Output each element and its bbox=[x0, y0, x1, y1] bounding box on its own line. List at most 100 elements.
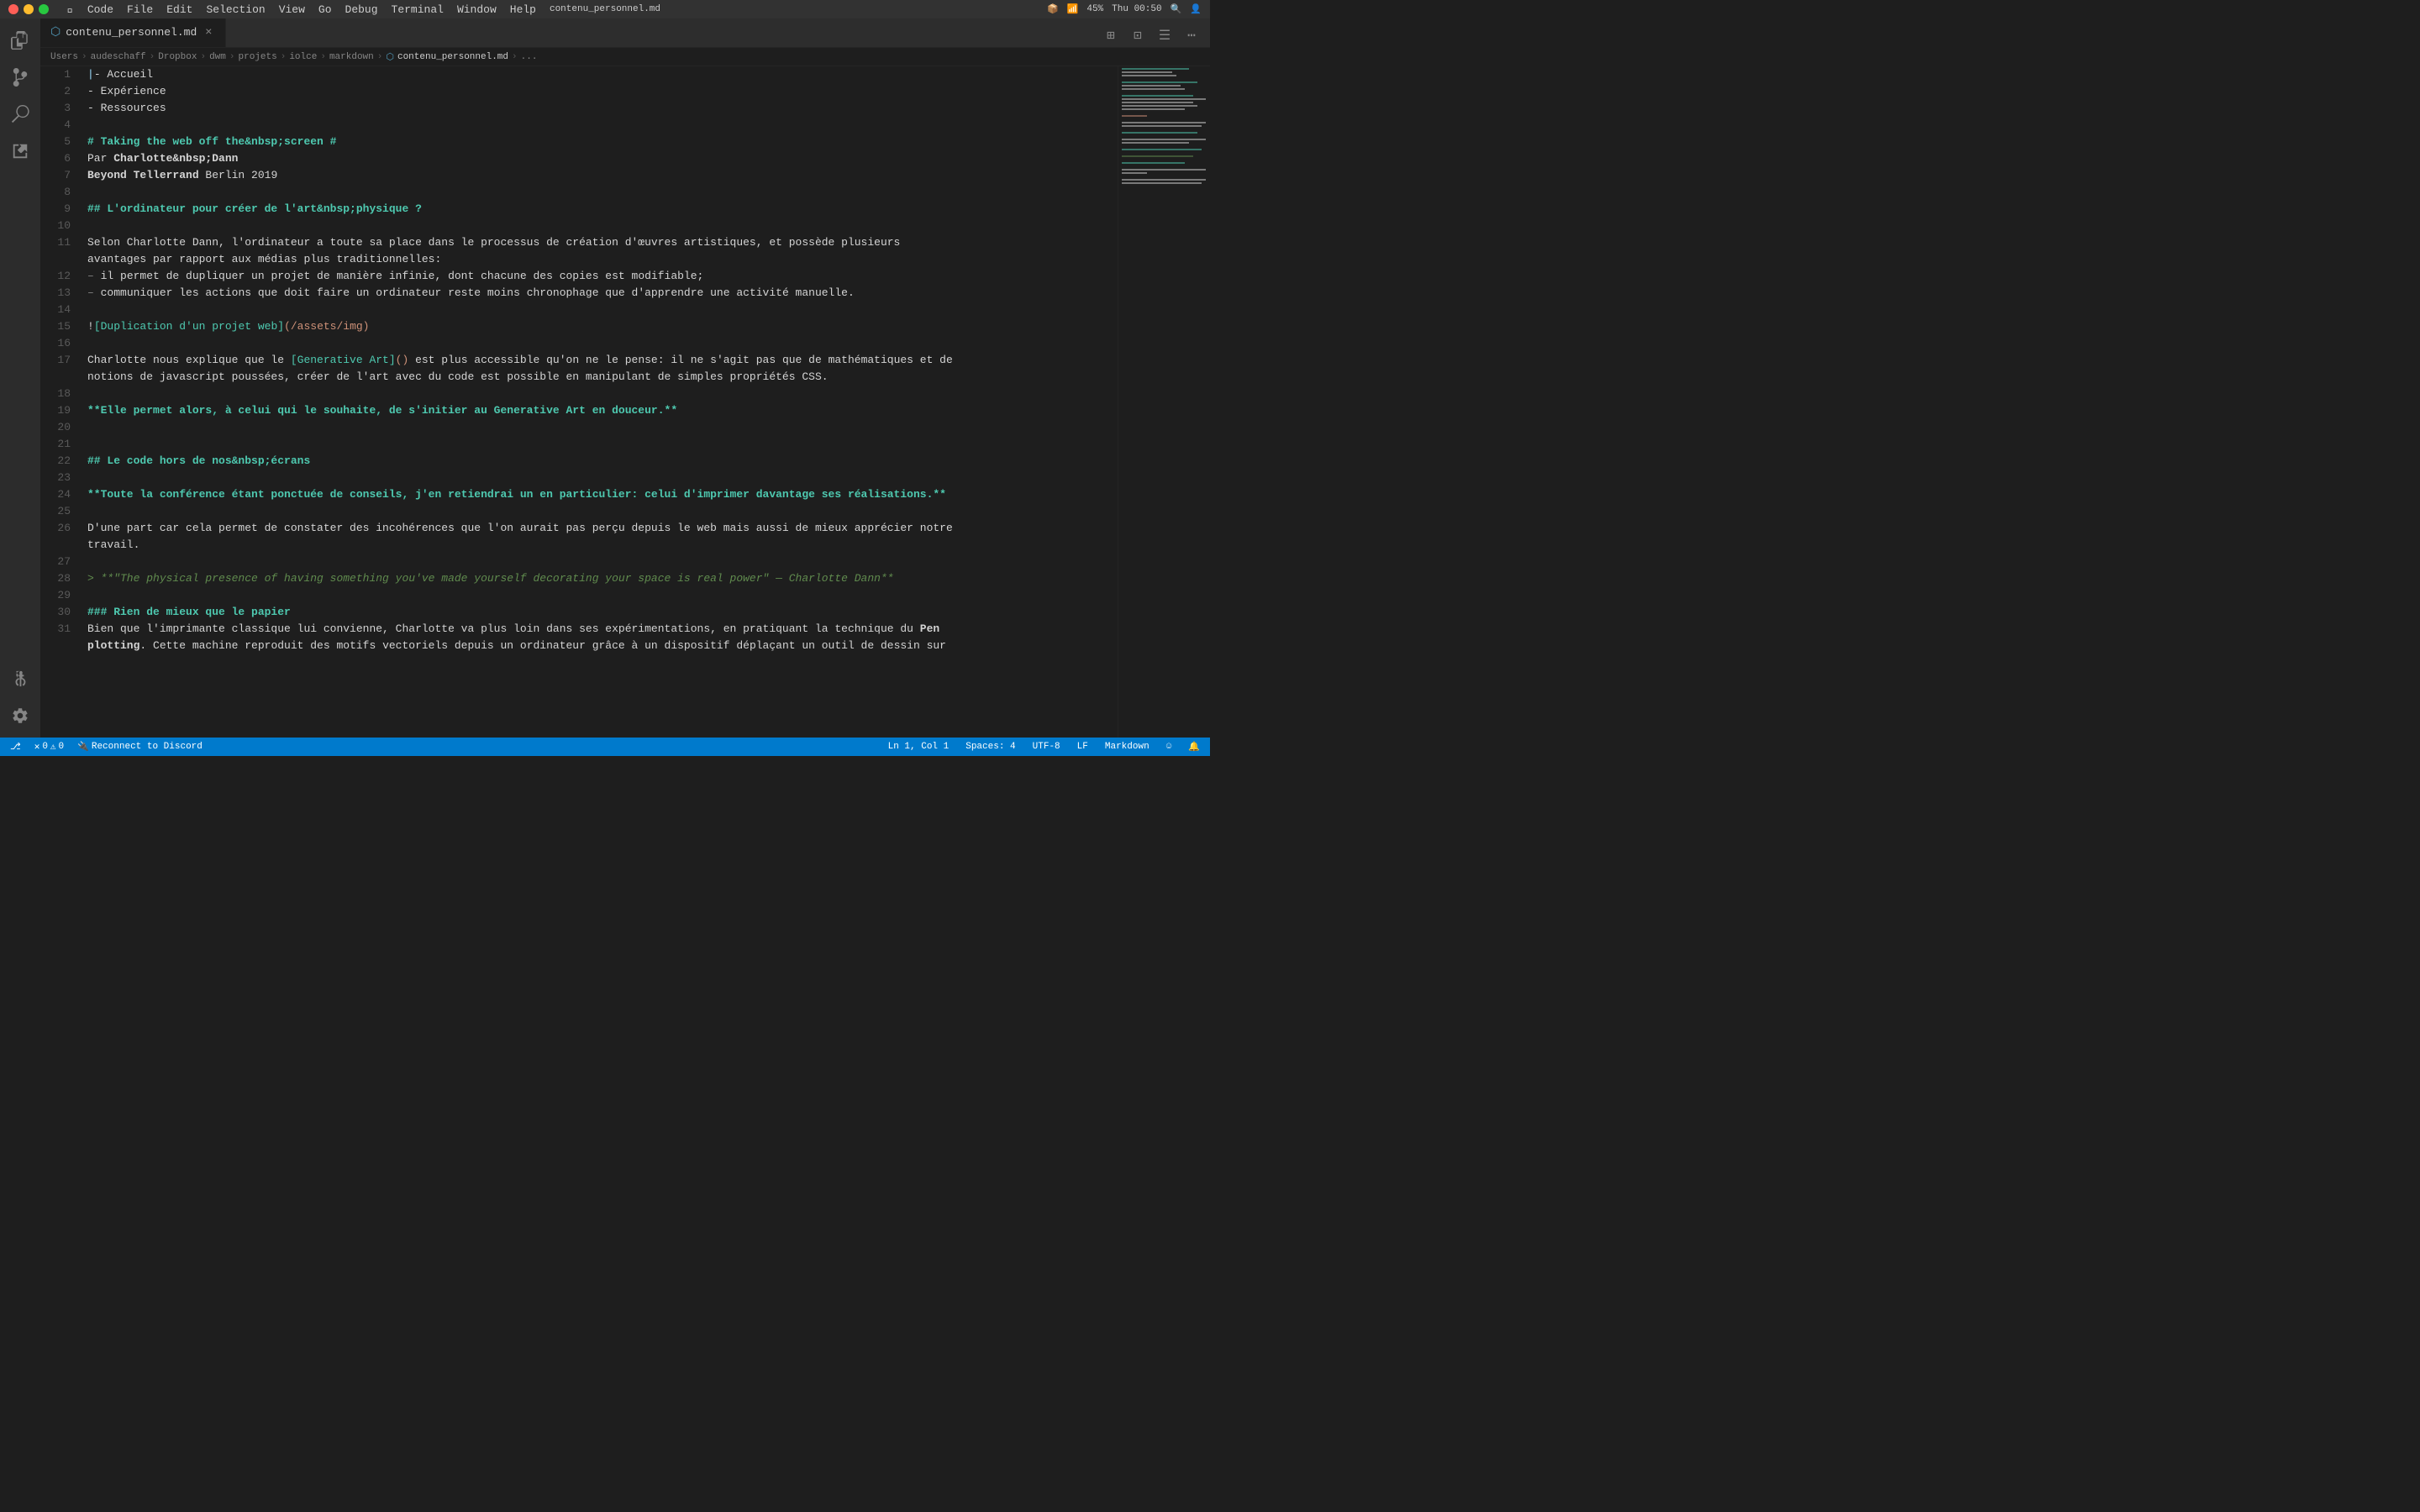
line-num-20: 20 bbox=[40, 419, 77, 436]
menu-file[interactable]: File bbox=[127, 3, 153, 16]
breadcrumb-dropbox[interactable]: Dropbox bbox=[158, 52, 197, 62]
line-num-26b bbox=[40, 537, 77, 554]
code-line-13: – communiquer les actions que doit faire… bbox=[84, 285, 1118, 302]
wifi-icon: 📶 bbox=[1067, 3, 1079, 15]
code-line-4 bbox=[84, 117, 1118, 134]
main-layout: ⬡ contenu_personnel.md × ⊞ ⊡ ☰ ⋯ Users ›… bbox=[0, 18, 1210, 738]
line-num-31b bbox=[40, 638, 77, 654]
breadcrumb-current-file[interactable]: contenu_personnel.md bbox=[397, 52, 508, 62]
titlebar:  Code File Edit Selection View Go Debug… bbox=[0, 0, 1210, 18]
cursor-position-label: Ln 1, Col 1 bbox=[888, 742, 950, 752]
bell-icon: 🔔 bbox=[1188, 741, 1200, 753]
breadcrumb-projets[interactable]: projets bbox=[239, 52, 277, 62]
line-num-26: 26 bbox=[40, 520, 77, 537]
breadcrumb-iolce[interactable]: iolce bbox=[289, 52, 317, 62]
line-num-21: 21 bbox=[40, 436, 77, 453]
editor-area: ⬡ contenu_personnel.md × ⊞ ⊡ ☰ ⋯ Users ›… bbox=[40, 18, 1210, 738]
code-line-15: ![Duplication d'un projet web](/assets/i… bbox=[84, 318, 1118, 335]
code-line-6: Par Charlotte&nbsp;Dann bbox=[84, 150, 1118, 167]
more-actions-button[interactable]: ⋯ bbox=[1180, 24, 1203, 47]
eol[interactable]: LF bbox=[1074, 738, 1092, 756]
code-line-9: ## L'ordinateur pour créer de l'art&nbsp… bbox=[84, 201, 1118, 218]
search-icon[interactable]: 🔍 bbox=[1171, 3, 1182, 15]
encoding[interactable]: UTF-8 bbox=[1029, 738, 1064, 756]
tab-bar: ⬡ contenu_personnel.md × ⊞ ⊡ ☰ ⋯ bbox=[40, 18, 1210, 48]
code-line-28: > **"The physical presence of having som… bbox=[84, 570, 1118, 587]
code-line-22: ## Le code hors de nos&nbsp;écrans bbox=[84, 453, 1118, 470]
status-bar: ⎇ ✕ 0 ⚠ 0 🔌 Reconnect to Discord Ln 1, C… bbox=[0, 738, 1210, 756]
minimize-button[interactable] bbox=[24, 4, 34, 14]
code-line-10 bbox=[84, 218, 1118, 234]
editor-tab[interactable]: ⬡ contenu_personnel.md × bbox=[40, 18, 226, 47]
menu-code[interactable]: Code bbox=[87, 3, 113, 16]
breadcrumb-more[interactable]: ... bbox=[521, 52, 538, 62]
code-line-21 bbox=[84, 436, 1118, 453]
split-editor-button[interactable]: ⊞ bbox=[1099, 24, 1123, 47]
search-icon[interactable] bbox=[5, 99, 35, 129]
line-num-14: 14 bbox=[40, 302, 77, 318]
line-num-10: 10 bbox=[40, 218, 77, 234]
apple-menu[interactable]:  bbox=[67, 3, 74, 16]
menu-debug[interactable]: Debug bbox=[345, 3, 378, 16]
code-line-23 bbox=[84, 470, 1118, 486]
menu-selection[interactable]: Selection bbox=[206, 3, 265, 16]
traffic-lights bbox=[8, 4, 49, 14]
code-line-11b: avantages par rapport aux médias plus tr… bbox=[84, 251, 1118, 268]
menu-terminal[interactable]: Terminal bbox=[392, 3, 444, 16]
tab-close-button[interactable]: × bbox=[202, 26, 215, 39]
indentation[interactable]: Spaces: 4 bbox=[962, 738, 1018, 756]
time-display: Thu 00:50 bbox=[1112, 4, 1161, 14]
user-icon[interactable]: 👤 bbox=[1190, 3, 1202, 15]
source-control-status-icon: ⎇ bbox=[10, 741, 21, 753]
language-mode[interactable]: Markdown bbox=[1102, 738, 1153, 756]
code-line-11a: Selon Charlotte Dann, l'ordinateur a tou… bbox=[84, 234, 1118, 251]
errors-status[interactable]: ✕ 0 ⚠ 0 bbox=[31, 738, 67, 756]
breadcrumb-markdown[interactable]: markdown bbox=[329, 52, 374, 62]
cursor-position[interactable]: Ln 1, Col 1 bbox=[885, 738, 953, 756]
line-num-25: 25 bbox=[40, 503, 77, 520]
menu-go[interactable]: Go bbox=[318, 3, 332, 16]
code-line-26b: travail. bbox=[84, 537, 1118, 554]
git-icon[interactable]: ⎇ bbox=[7, 738, 24, 756]
code-line-26a: D'une part car cela permet de constater … bbox=[84, 520, 1118, 537]
line-num-19: 19 bbox=[40, 402, 77, 419]
menu-help[interactable]: Help bbox=[510, 3, 536, 16]
code-area[interactable]: |- Accueil - Expérience - Ressources # T… bbox=[84, 66, 1118, 738]
line-numbers: 1 2 3 4 5 6 7 8 9 10 11 12 13 14 15 16 1… bbox=[40, 66, 84, 738]
close-button[interactable] bbox=[8, 4, 18, 14]
maximize-button[interactable] bbox=[39, 4, 49, 14]
discord-reconnect[interactable]: 🔌 Reconnect to Discord bbox=[74, 738, 206, 756]
line-num-4: 4 bbox=[40, 117, 77, 134]
error-icon: ✕ bbox=[34, 741, 40, 753]
breadcrumb-audeschaff[interactable]: audeschaff bbox=[91, 52, 146, 62]
source-control-icon[interactable] bbox=[5, 62, 35, 92]
breadcrumb-users[interactable]: Users bbox=[50, 52, 78, 62]
menu-view[interactable]: View bbox=[279, 3, 305, 16]
line-num-3: 3 bbox=[40, 100, 77, 117]
line-num-2: 2 bbox=[40, 83, 77, 100]
menu-edit[interactable]: Edit bbox=[166, 3, 192, 16]
menu-window[interactable]: Window bbox=[457, 3, 497, 16]
code-line-7: Beyond Tellerrand Berlin 2019 bbox=[84, 167, 1118, 184]
extensions-icon[interactable] bbox=[5, 136, 35, 166]
code-line-24: **Toute la conférence étant ponctuée de … bbox=[84, 486, 1118, 503]
status-right: Ln 1, Col 1 Spaces: 4 UTF-8 LF Markdown … bbox=[885, 738, 1203, 756]
line-num-31: 31 bbox=[40, 621, 77, 638]
editor-content: 1 2 3 4 5 6 7 8 9 10 11 12 13 14 15 16 1… bbox=[40, 66, 1210, 738]
code-line-14 bbox=[84, 302, 1118, 318]
line-num-28: 28 bbox=[40, 570, 77, 587]
breadcrumb-dwm[interactable]: dwm bbox=[209, 52, 226, 62]
explorer-icon[interactable] bbox=[5, 25, 35, 55]
discord-label: Reconnect to Discord bbox=[92, 742, 203, 752]
line-num-15: 15 bbox=[40, 318, 77, 335]
smiley-icon[interactable]: ☺ bbox=[1163, 738, 1176, 756]
minimap bbox=[1118, 66, 1210, 738]
notifications-icon[interactable]: 🔔 bbox=[1185, 738, 1203, 756]
anchor-icon[interactable] bbox=[5, 664, 35, 694]
toggle-sidebar-button[interactable]: ☰ bbox=[1153, 24, 1176, 47]
editor-layout-button[interactable]: ⊡ bbox=[1126, 24, 1150, 47]
breadcrumb-file-icon: ⬡ bbox=[386, 51, 394, 63]
language-label: Markdown bbox=[1105, 742, 1150, 752]
feedback-icon: ☺ bbox=[1166, 742, 1172, 752]
settings-icon[interactable] bbox=[5, 701, 35, 731]
